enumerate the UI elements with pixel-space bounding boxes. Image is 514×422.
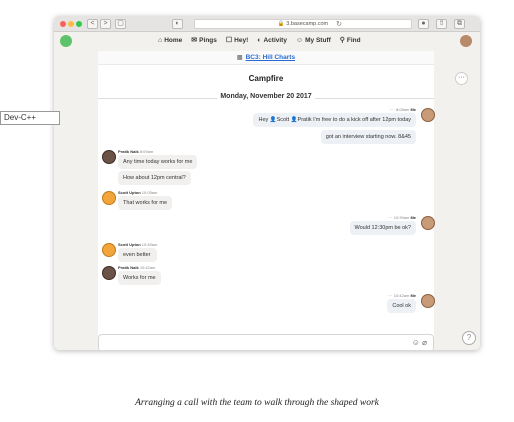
avatar (102, 150, 116, 164)
message-meta: ···· 10:42am Me (387, 293, 416, 298)
find-icon: ⚲ (339, 37, 345, 44)
message-time: 10:39am (393, 215, 410, 220)
attachment-icon[interactable]: ⌀ (422, 338, 427, 347)
share-icon[interactable]: ⇧ (436, 19, 447, 29)
nav-menu: ⌂ Home ✉ Pings ☐ Hey! ◐ Activity ☺ My Stuff ⚲… (158, 36, 361, 45)
reload-icon[interactable]: ↻ (336, 20, 342, 28)
page: < > ▢ ◐ 🔒 3.basecamp.com ↻ ● ⇧ ⧉ ⌂ Home ✉… (0, 0, 514, 422)
tabs-overview-icon[interactable]: ⧉ (454, 19, 465, 29)
nav-pings[interactable]: ✉ Pings (191, 36, 217, 45)
message-bubble: That works for me (118, 196, 173, 210)
message-author: Scott Upton (118, 242, 141, 247)
message-author: Scott Upton (118, 190, 141, 195)
chat-message: Scott Upton 10:05am That works for me (118, 190, 173, 210)
nav-home[interactable]: ⌂ Home (158, 36, 182, 44)
message-bubble: got an interview starting now. 8&45 (320, 130, 416, 144)
message-bubble: Works for me (118, 271, 161, 285)
privacy-shield-icon[interactable]: ◐ (172, 19, 183, 29)
more-options-icon[interactable]: ··· (455, 72, 468, 85)
message-bubble: even better (118, 248, 158, 262)
maximize-window-button[interactable] (76, 21, 82, 27)
extension-icon[interactable]: ● (418, 19, 429, 29)
message-time: 10:40am (141, 242, 158, 247)
message-time: 10:42am (393, 293, 410, 298)
nav-activity[interactable]: ◐ Activity (257, 36, 287, 44)
message-composer[interactable]: ☺ ⌀ (98, 334, 434, 350)
message-time: 10:05am (141, 190, 158, 195)
dev-cpp-label: Dev-C++ (0, 111, 60, 125)
url-text: 3.basecamp.com (286, 21, 329, 27)
date-divider: Monday, November 20 2017 (98, 93, 434, 103)
message-author: Pratik Naik (118, 149, 139, 154)
chat-message: How about 12pm central? (118, 171, 191, 185)
help-icon[interactable]: ? (462, 331, 476, 345)
nav-home-label: Home (164, 36, 183, 44)
basecamp-navbar: ⌂ Home ✉ Pings ☐ Hey! ◐ Activity ☺ My Stuff ⚲… (54, 32, 480, 51)
message-author: Me (410, 107, 416, 112)
avatar (102, 191, 116, 205)
pings-icon: ✉ (191, 37, 198, 44)
activity-icon: ◐ (257, 36, 262, 44)
page-title: Campfire (248, 74, 284, 83)
avatar (421, 108, 435, 122)
message-time: 8:09am (139, 149, 154, 154)
chat-message: ···· 10:39am Me Would 12:30pm be ok? (349, 215, 416, 235)
minimize-window-button[interactable] (68, 21, 74, 27)
message-meta: Pratik Naik 10:42am (118, 265, 161, 271)
url-bar[interactable]: 🔒 3.basecamp.com (194, 19, 412, 29)
date-divider-text-wrap: Monday, November 20 2017 (98, 93, 434, 100)
sidebar-toggle-button[interactable]: ▢ (115, 19, 126, 29)
avatar (102, 266, 116, 280)
message-author: Me (410, 215, 416, 220)
message-author: Me (410, 293, 416, 298)
message-bubble: Would 12:30pm be ok? (349, 221, 416, 235)
browser-titlebar: < > ▢ ◐ 🔒 3.basecamp.com ↻ ● ⇧ ⧉ (54, 16, 480, 32)
message-time: 10:42am (139, 265, 156, 270)
nav-mystuff-label: My Stuff (305, 36, 331, 44)
chat-message: got an interview starting now. 8&45 (320, 130, 416, 144)
chat-message: ···· 10:42am Me Cool ok (387, 293, 416, 313)
forward-button[interactable]: > (100, 19, 111, 29)
message-meta: Scott Upton 10:40am (118, 242, 157, 248)
campfire-card: ▦ BC3: Hill Charts Campfire ··· Monday, N… (98, 51, 468, 350)
composer-icons: ☺ ⌀ (412, 338, 427, 347)
nav-activity-label: Activity (263, 36, 287, 44)
breadcrumb-link[interactable]: BC3: Hill Charts (246, 54, 295, 61)
project-icon: ▦ (236, 55, 243, 61)
nav-find[interactable]: ⚲ Find (339, 36, 361, 45)
nav-hey[interactable]: ☐ Hey! (225, 36, 249, 45)
chat-message: Pratik Naik 10:42am Works for me (118, 265, 161, 285)
breadcrumb[interactable]: ▦ BC3: Hill Charts (98, 51, 434, 65)
message-time: 8:08am (395, 107, 410, 112)
close-window-button[interactable] (60, 21, 66, 27)
message-bubble: Any time today works for me (118, 155, 198, 169)
basecamp-logo-icon[interactable] (60, 35, 72, 47)
date-divider-text: Monday, November 20 2017 (217, 93, 315, 100)
emoji-icon[interactable]: ☺ (412, 338, 420, 347)
back-button[interactable]: < (87, 19, 98, 29)
message-bubble: Hey 👤Scott 👤Pratik I'm free to do a kick… (253, 113, 416, 127)
nav-mystuff[interactable]: ☺ My Stuff (296, 36, 331, 44)
chat-message: ···· 8:08am Me Hey 👤Scott 👤Pratik I'm fr… (253, 107, 416, 127)
home-icon: ⌂ (158, 36, 163, 44)
avatar (421, 294, 435, 308)
nav-pings-label: Pings (199, 36, 217, 44)
nav-hey-label: Hey! (234, 36, 249, 44)
nav-find-label: Find (346, 36, 361, 44)
avatar (421, 216, 435, 230)
message-bubble: Cool ok (387, 299, 416, 313)
message-author: Pratik Naik (118, 265, 139, 270)
chat-message: Pratik Naik 8:09am Any time today works … (118, 149, 198, 169)
figure-caption: Arranging a call with the team to walk t… (135, 398, 379, 408)
mystuff-icon: ☺ (295, 36, 304, 44)
lock-icon: 🔒 (277, 21, 285, 27)
hey-icon: ☐ (225, 37, 233, 44)
chat-message: Scott Upton 10:40am even better (118, 242, 158, 262)
avatar (102, 243, 116, 257)
message-bubble: How about 12pm central? (118, 171, 191, 185)
browser-window: < > ▢ ◐ 🔒 3.basecamp.com ↻ ● ⇧ ⧉ ⌂ Home ✉… (54, 16, 480, 350)
user-avatar[interactable] (460, 35, 472, 47)
